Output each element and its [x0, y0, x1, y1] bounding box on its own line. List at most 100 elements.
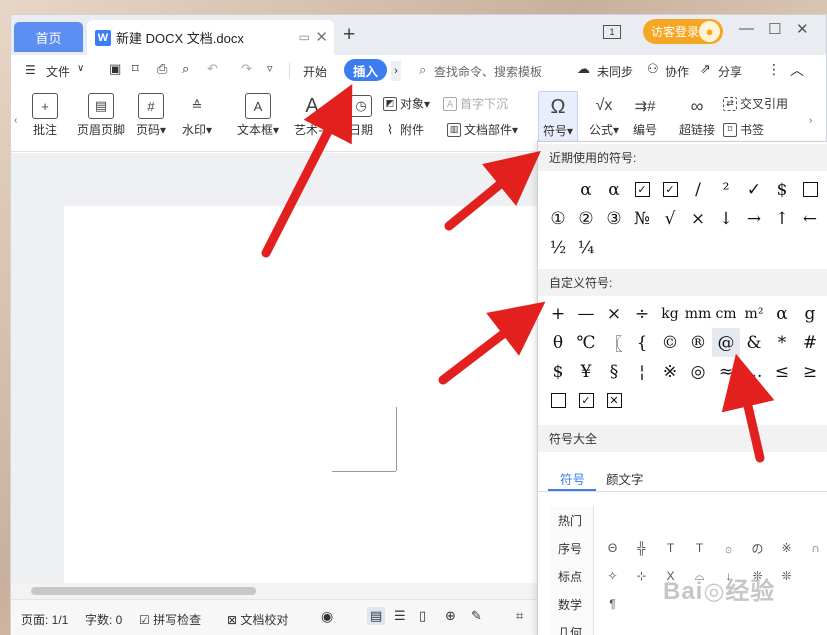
library-symbol[interactable]: ¶ [598, 590, 627, 618]
hyperlink-button[interactable]: ∞ 超链接 [675, 93, 719, 138]
read-mode-icon[interactable]: ▯ [419, 608, 426, 624]
redo-icon[interactable]: ↷ [241, 61, 252, 77]
library-symbol[interactable]: ╬ [627, 534, 656, 562]
eye-protect-icon[interactable]: ◉ [321, 608, 333, 625]
collapse-ribbon-icon[interactable]: ︿ [790, 60, 804, 80]
library-symbol[interactable]: ※ [772, 534, 801, 562]
close-button[interactable]: ✕ [796, 20, 809, 38]
recent-symbol[interactable]: α [600, 175, 628, 204]
float-window-icon[interactable]: ▭ [299, 30, 310, 44]
attachment-button[interactable]: ⌇ 附件 [383, 121, 424, 138]
custom-symbol[interactable]: ≥ [796, 357, 824, 386]
write-mode-icon[interactable]: ✎ [471, 608, 482, 624]
custom-symbol[interactable]: ≈ [712, 357, 740, 386]
recent-symbol[interactable]: ← [796, 204, 824, 233]
web-view-icon[interactable]: ⊕ [445, 608, 456, 624]
custom-symbol[interactable]: © [656, 328, 684, 357]
outline-view-icon[interactable]: ☰ [394, 608, 406, 624]
menu-insert[interactable]: 插入 [344, 59, 387, 81]
undo-icon[interactable]: ↶ [207, 61, 218, 77]
recent-symbol[interactable]: ¼ [572, 233, 600, 262]
library-symbol[interactable] [743, 506, 772, 534]
library-symbol[interactable]: T [656, 534, 685, 562]
bookmark-button[interactable]: ⌑ 书签 [723, 121, 764, 138]
library-symbol[interactable] [801, 506, 827, 534]
recent-symbol[interactable]: ½ [544, 233, 572, 262]
custom-symbol[interactable]: — [572, 299, 600, 328]
custom-symbol[interactable]: ¦ [628, 357, 656, 386]
subtab-kaomoji[interactable]: 颜文字 [606, 469, 644, 488]
recent-symbol[interactable]: № [628, 204, 656, 233]
library-symbol[interactable]: Θ [598, 534, 627, 562]
library-symbol[interactable] [801, 590, 827, 618]
date-button[interactable]: ◷ 日期 [341, 95, 381, 138]
tab-home[interactable]: 首页 [14, 22, 83, 52]
ribbon-scroll-right-icon[interactable]: › [809, 115, 812, 126]
scrollbar-thumb[interactable] [31, 587, 256, 595]
comment-button[interactable]: + 批注 [27, 93, 63, 138]
library-symbol[interactable] [685, 506, 714, 534]
collab-button[interactable]: 协作 [665, 63, 689, 80]
custom-symbol[interactable]: g [796, 299, 824, 328]
custom-symbol[interactable]: # [796, 328, 824, 357]
recent-symbol[interactable]: α [572, 175, 600, 204]
library-symbol[interactable]: ∩ [801, 534, 827, 562]
watermark-button[interactable]: ≙ 水印▾ [177, 93, 217, 138]
page-number-button[interactable]: # 页码▾ [133, 93, 169, 138]
doc-parts-button[interactable]: ▥ 文档部件 ▾ [447, 121, 518, 138]
custom-symbol[interactable]: ※ [656, 357, 684, 386]
document-page[interactable] [64, 206, 538, 583]
recent-symbol[interactable]: ✓ [656, 175, 684, 204]
library-symbol[interactable]: ❊ [772, 562, 801, 590]
wordart-button[interactable]: A 艺术字 [291, 93, 333, 138]
unsync-button[interactable]: 未同步 [597, 63, 633, 80]
symbol-button[interactable]: Ω 符号▾ [538, 91, 578, 143]
custom-symbol[interactable]: × [600, 299, 628, 328]
menu-more-arrow-icon[interactable]: › [391, 61, 401, 81]
close-tab-icon[interactable]: ✕ [315, 28, 328, 46]
print-icon[interactable]: ⎙ [157, 61, 167, 77]
library-symbol[interactable] [772, 506, 801, 534]
custom-symbol[interactable]: ¥ [572, 357, 600, 386]
custom-symbol[interactable]: θ [544, 328, 572, 357]
recent-symbol[interactable]: / [684, 175, 712, 204]
custom-symbol[interactable]: 〖 [600, 328, 628, 357]
custom-symbol[interactable]: ✕ [600, 386, 628, 415]
custom-symbol[interactable]: ◎ [684, 357, 712, 386]
library-symbol[interactable] [598, 506, 627, 534]
symbol-category-item[interactable]: 几何 [558, 624, 582, 635]
formula-button[interactable]: √x 公式▾ [585, 93, 623, 138]
recent-symbol[interactable]: ① [544, 204, 572, 233]
new-tab-button[interactable]: + [343, 23, 355, 47]
custom-symbol[interactable]: $ [544, 357, 572, 386]
custom-symbol[interactable]: ≤ [768, 357, 796, 386]
recent-symbol[interactable]: ↓ [712, 204, 740, 233]
dropcap-button[interactable]: A 首字下沉 [443, 95, 508, 112]
custom-symbol[interactable]: m² [740, 299, 768, 328]
word-count[interactable]: 字数: 0 [85, 611, 122, 628]
hamburger-icon[interactable]: ☰ [25, 63, 36, 77]
maximize-button[interactable]: ☐ [768, 20, 781, 38]
proofread-button[interactable]: ⊠ 文档校对 [227, 611, 288, 628]
library-symbol[interactable] [772, 590, 801, 618]
library-symbol[interactable]: T [685, 534, 714, 562]
library-symbol[interactable]: の [743, 534, 772, 562]
symbol-category-item[interactable]: 热门 [558, 512, 582, 529]
custom-symbol[interactable] [544, 386, 572, 415]
recent-symbol[interactable]: √ [656, 204, 684, 233]
menu-start[interactable]: 开始 [303, 63, 327, 80]
page-view-icon[interactable]: ▤ [367, 607, 386, 625]
symbol-category-item[interactable]: 标点 [558, 568, 582, 585]
subtab-symbols[interactable]: 符号 [560, 469, 585, 488]
library-symbol[interactable]: ⊹ [627, 562, 656, 590]
guest-login-button[interactable]: 访客登录 ● [643, 19, 723, 44]
textbox-button[interactable]: A 文本框▾ [233, 93, 283, 138]
page-indicator[interactable]: 页面: 1/1 [21, 611, 68, 628]
custom-symbol[interactable]: ÷ [628, 299, 656, 328]
library-symbol[interactable]: ✧ [598, 562, 627, 590]
tab-document[interactable]: W 新建 DOCX 文档.docx ▭ ✕ [87, 20, 334, 55]
library-symbol[interactable] [627, 590, 656, 618]
horizontal-scrollbar[interactable] [11, 583, 538, 599]
spellcheck-button[interactable]: ☑ 拼写检查 [139, 611, 201, 628]
print-preview-icon[interactable]: ⌕ [182, 61, 189, 77]
